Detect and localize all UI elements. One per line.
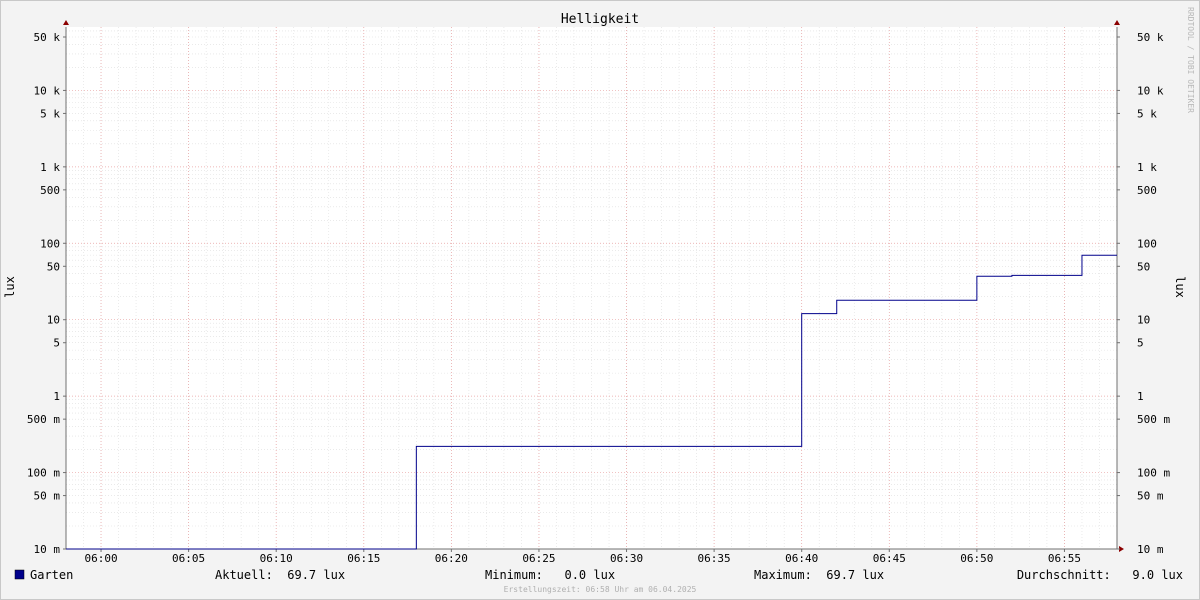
x-tick-label: 06:50 — [960, 552, 993, 565]
y-tick-label-right: 50 k — [1137, 31, 1164, 44]
chart-svg: 10 m 10 m 50 m 50 m 100 m 100 m 500 m 500 m 1 1 5 5… — [3, 7, 1195, 594]
x-tick-label: 06:40 — [785, 552, 818, 565]
y-tick-label-right: 5 k — [1137, 107, 1157, 120]
y-tick-label-left: 5 k — [40, 107, 60, 120]
y-tick-label-right: 1 — [1137, 390, 1144, 403]
y-axis-arrow-left — [63, 20, 69, 25]
y-tick-label-right: 10 m — [1137, 543, 1164, 556]
x-tick-label: 06:20 — [435, 552, 468, 565]
x-tick-label: 06:15 — [347, 552, 380, 565]
y-tick-label-right: 500 m — [1137, 413, 1170, 426]
y-axis-arrow-right — [1114, 20, 1120, 25]
y-tick-label-left: 5 — [53, 337, 60, 350]
x-tick-label: 06:25 — [522, 552, 555, 565]
chart-title: Helligkeit — [561, 12, 639, 27]
footer-timestamp: Erstellungszeit: 06:58 Uhr am 06.04.2025 — [504, 585, 697, 594]
legend-swatch — [14, 569, 25, 580]
y-tick-label-left: 500 — [40, 184, 60, 197]
x-tick-label: 06:05 — [172, 552, 205, 565]
y-tick-label-left: 1 — [53, 390, 60, 403]
y-axis-label-left: lux — [3, 276, 17, 298]
y-tick-label-left: 500 m — [27, 413, 60, 426]
y-tick-label-right: 100 — [1137, 237, 1157, 250]
y-tick-label-left: 50 — [47, 260, 60, 273]
y-tick-label-left: 100 — [40, 237, 60, 250]
x-tick-label: 06:30 — [610, 552, 643, 565]
y-tick-label-left: 50 k — [34, 31, 61, 44]
x-tick-label: 06:10 — [260, 552, 293, 565]
x-tick-label: 06:45 — [873, 552, 906, 565]
legend-current: Aktuell: 69.7 lux — [215, 568, 345, 582]
y-tick-label-left: 10 m — [34, 543, 61, 556]
y-tick-label-left: 100 m — [27, 467, 60, 480]
x-tick-label: 06:55 — [1048, 552, 1081, 565]
y-tick-label-left: 10 — [47, 314, 60, 327]
legend-maximum: Maximum: 69.7 lux — [754, 568, 884, 582]
watermark: RRDTOOL / TOBI OETIKER — [1186, 7, 1195, 113]
y-tick-label-right: 1 k — [1137, 161, 1157, 174]
y-tick-label-right: 500 — [1137, 184, 1157, 197]
y-tick-label-right: 50 — [1137, 260, 1150, 273]
y-tick-label-right: 50 m — [1137, 490, 1164, 503]
x-tick-label: 06:00 — [84, 552, 117, 565]
legend-series-name: Garten — [30, 568, 73, 582]
y-tick-label-right: 100 m — [1137, 467, 1170, 480]
legend-average: Durchschnitt: 9.0 lux — [1017, 568, 1183, 582]
y-tick-label-left: 10 k — [34, 84, 61, 97]
y-tick-label-right: 5 — [1137, 337, 1144, 350]
x-tick-label: 06:35 — [698, 552, 731, 565]
y-axis-label-right: lux — [1173, 276, 1187, 298]
y-tick-label-left: 1 k — [40, 161, 60, 174]
y-tick-label-left: 50 m — [34, 490, 61, 503]
legend-minimum: Minimum: 0.0 lux — [485, 568, 615, 582]
y-tick-label-right: 10 — [1137, 314, 1150, 327]
y-tick-label-right: 10 k — [1137, 84, 1164, 97]
